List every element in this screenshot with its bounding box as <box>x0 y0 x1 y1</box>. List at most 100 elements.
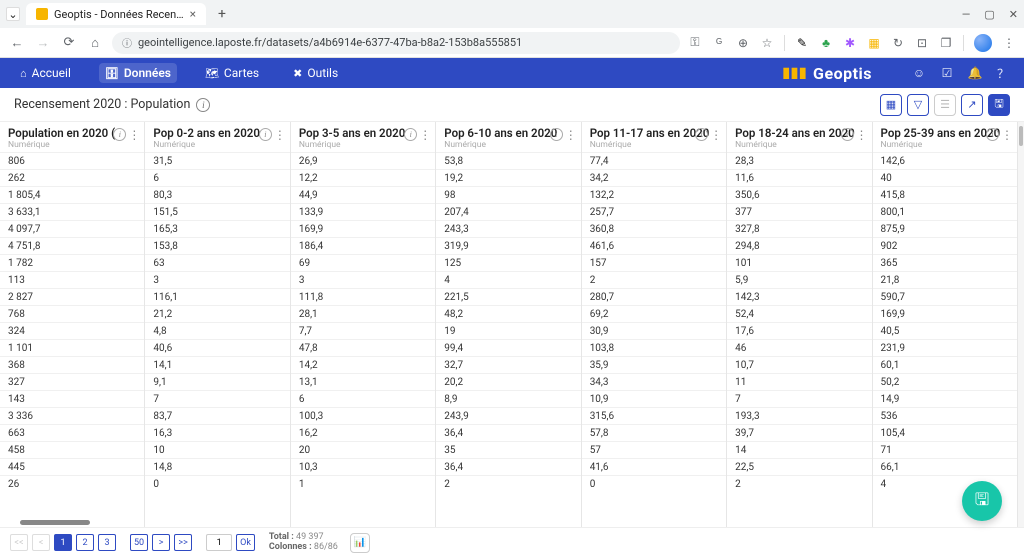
table-cell[interactable]: 57 <box>582 441 726 458</box>
table-cell[interactable]: 71 <box>873 441 1017 458</box>
translate-icon[interactable]: ᴳ <box>712 36 726 50</box>
vertical-scrollbar[interactable] <box>1018 122 1024 527</box>
column-info-icon[interactable]: i <box>404 128 417 141</box>
table-cell[interactable]: 17,6 <box>727 322 871 339</box>
column-menu-icon[interactable]: ⋮ <box>856 128 868 142</box>
user-icon[interactable]: ☺ <box>912 66 926 80</box>
table-cell[interactable]: 48,2 <box>436 305 580 322</box>
table-cell[interactable]: 11 <box>727 373 871 390</box>
column-header[interactable]: Pop 11-17 ans en 2020Numériquei⋮ <box>582 122 726 152</box>
table-cell[interactable]: 231,9 <box>873 339 1017 356</box>
table-cell[interactable]: 3 336 <box>0 407 144 424</box>
table-cell[interactable]: 445 <box>0 458 144 475</box>
table-cell[interactable]: 221,5 <box>436 288 580 305</box>
table-cell[interactable]: 6 <box>145 169 289 186</box>
table-cell[interactable]: 0 <box>145 475 289 492</box>
table-cell[interactable]: 875,9 <box>873 220 1017 237</box>
table-cell[interactable]: 28,3 <box>727 152 871 169</box>
site-info-icon[interactable]: ⓘ <box>122 35 132 50</box>
nav-home[interactable]: ⌂ Accueil <box>14 63 77 83</box>
table-cell[interactable]: 83,7 <box>145 407 289 424</box>
table-cell[interactable]: 14 <box>727 441 871 458</box>
forward-button[interactable]: → <box>34 35 52 51</box>
table-cell[interactable]: 19 <box>436 322 580 339</box>
table-cell[interactable]: 4,8 <box>145 322 289 339</box>
reload-button[interactable]: ⟳ <box>60 35 78 50</box>
table-cell[interactable]: 1 782 <box>0 254 144 271</box>
table-cell[interactable]: 101 <box>727 254 871 271</box>
table-cell[interactable]: 40,5 <box>873 322 1017 339</box>
table-cell[interactable]: 368 <box>0 356 144 373</box>
table-cell[interactable]: 663 <box>0 424 144 441</box>
tasks-icon[interactable]: ☑ <box>940 66 954 80</box>
table-cell[interactable]: 142,3 <box>727 288 871 305</box>
column-menu-icon[interactable]: ⋮ <box>710 128 722 142</box>
table-cell[interactable]: 21,2 <box>145 305 289 322</box>
extension-gear-icon[interactable]: ✱ <box>843 36 857 50</box>
table-cell[interactable]: 186,4 <box>291 237 435 254</box>
browser-menu-icon[interactable]: ⋮ <box>1002 36 1016 50</box>
extension-pen-icon[interactable]: ✎ <box>795 36 809 50</box>
table-cell[interactable]: 2 <box>727 475 871 492</box>
table-cell[interactable]: 125 <box>436 254 580 271</box>
table-cell[interactable]: 4 <box>436 271 580 288</box>
table-cell[interactable]: 207,4 <box>436 203 580 220</box>
table-cell[interactable]: 169,9 <box>873 305 1017 322</box>
table-cell[interactable]: 41,6 <box>582 458 726 475</box>
table-cell[interactable]: 243,9 <box>436 407 580 424</box>
table-cell[interactable]: 8,9 <box>436 390 580 407</box>
table-cell[interactable]: 22,5 <box>727 458 871 475</box>
table-cell[interactable]: 10,3 <box>291 458 435 475</box>
table-cell[interactable]: 11,6 <box>727 169 871 186</box>
table-cell[interactable]: 105,4 <box>873 424 1017 441</box>
help-icon[interactable]: ？ <box>996 66 1010 80</box>
table-cell[interactable]: 44,9 <box>291 186 435 203</box>
table-cell[interactable]: 39,7 <box>727 424 871 441</box>
table-cell[interactable]: 1 805,4 <box>0 186 144 203</box>
table-cell[interactable]: 365 <box>873 254 1017 271</box>
table-cell[interactable]: 243,3 <box>436 220 580 237</box>
extensions-icon[interactable]: ⊡ <box>915 36 929 50</box>
column-menu-icon[interactable]: ⋮ <box>128 128 140 142</box>
nav-tools[interactable]: ✖ Outils <box>287 63 344 83</box>
table-cell[interactable]: 169,9 <box>291 220 435 237</box>
page-info-icon[interactable]: i <box>196 98 210 112</box>
table-cell[interactable]: 19,2 <box>436 169 580 186</box>
table-cell[interactable]: 461,6 <box>582 237 726 254</box>
table-cell[interactable]: 7,7 <box>291 322 435 339</box>
table-cell[interactable]: 30,9 <box>582 322 726 339</box>
column-info-icon[interactable]: i <box>550 128 563 141</box>
table-cell[interactable]: 77,4 <box>582 152 726 169</box>
table-cell[interactable]: 26,9 <box>291 152 435 169</box>
export-button[interactable]: ↗ <box>961 94 983 116</box>
table-cell[interactable]: 12,2 <box>291 169 435 186</box>
table-cell[interactable]: 2 <box>436 475 580 492</box>
table-cell[interactable]: 16,3 <box>145 424 289 441</box>
nav-data[interactable]: 🗄 Données <box>99 63 177 83</box>
table-cell[interactable]: 13,1 <box>291 373 435 390</box>
table-cell[interactable]: 2 <box>582 271 726 288</box>
column-info-icon[interactable]: i <box>986 128 999 141</box>
column-info-icon[interactable]: i <box>259 128 272 141</box>
profile-avatar[interactable] <box>974 34 992 52</box>
tab-list-dropdown[interactable]: ⌄ <box>6 7 20 21</box>
table-cell[interactable]: 40 <box>873 169 1017 186</box>
table-cell[interactable]: 902 <box>873 237 1017 254</box>
table-cell[interactable]: 47,8 <box>291 339 435 356</box>
column-info-icon[interactable]: i <box>841 128 854 141</box>
column-header[interactable]: Pop 18-24 ans en 2020Numériquei⋮ <box>727 122 871 152</box>
column-header[interactable]: Pop 3-5 ans en 2020Numériquei⋮ <box>291 122 435 152</box>
table-cell[interactable]: 34,3 <box>582 373 726 390</box>
table-cell[interactable]: 280,7 <box>582 288 726 305</box>
table-cell[interactable]: 113 <box>0 271 144 288</box>
table-cell[interactable]: 35 <box>436 441 580 458</box>
column-info-icon[interactable]: i <box>695 128 708 141</box>
table-cell[interactable]: 10,7 <box>727 356 871 373</box>
table-cell[interactable]: 257,7 <box>582 203 726 220</box>
table-cell[interactable]: 111,8 <box>291 288 435 305</box>
table-cell[interactable]: 14,9 <box>873 390 1017 407</box>
view-list-button[interactable]: ☰ <box>934 94 956 116</box>
table-cell[interactable]: 46 <box>727 339 871 356</box>
table-cell[interactable]: 21,8 <box>873 271 1017 288</box>
window-close-icon[interactable]: ✕ <box>1009 8 1018 21</box>
